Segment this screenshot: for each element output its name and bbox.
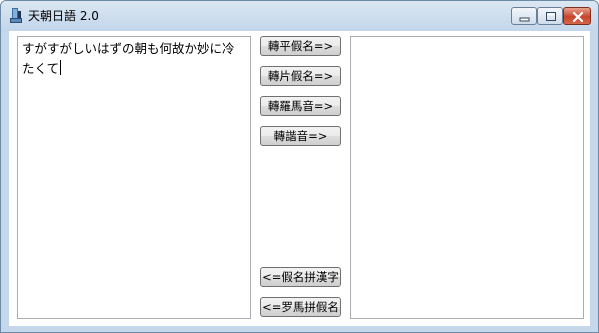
minimize-button[interactable]	[511, 7, 537, 25]
to-romaji-button[interactable]: 轉羅馬音=>	[260, 96, 341, 116]
to-katakana-button[interactable]: 轉片假名=>	[260, 66, 341, 86]
client-area: すがすがしいはずの朝も何故か妙に冷たくて 轉平假名=> 轉片假名=> 轉羅馬音=…	[9, 31, 590, 326]
output-textbox[interactable]	[350, 36, 584, 319]
romaji-to-kana-button[interactable]: <=罗馬拼假名	[260, 297, 341, 317]
app-icon	[9, 8, 24, 24]
window-title: 天朝日語 2.0	[28, 9, 99, 23]
input-text: すがすがしいはずの朝も何故か妙に冷たくて	[22, 41, 235, 76]
close-icon	[572, 11, 584, 23]
close-button[interactable]	[563, 7, 591, 25]
kana-to-kanji-button[interactable]: <=假名拼漢字	[260, 267, 341, 287]
input-textbox[interactable]: すがすがしいはずの朝も何故か妙に冷たくて	[17, 36, 251, 319]
maximize-button[interactable]	[537, 7, 563, 25]
minimize-icon	[519, 17, 530, 22]
app-window: 天朝日語 2.0 すがすがしいはずの朝も何故か妙に冷たくて 轉平假名=> 轉片假…	[0, 0, 599, 333]
to-hiragana-button[interactable]: 轉平假名=>	[260, 36, 341, 56]
text-caret	[60, 60, 62, 75]
to-homophone-button[interactable]: 轉諧音=>	[260, 126, 341, 146]
title-bar[interactable]: 天朝日語 2.0	[1, 1, 598, 31]
maximize-icon	[546, 12, 556, 21]
